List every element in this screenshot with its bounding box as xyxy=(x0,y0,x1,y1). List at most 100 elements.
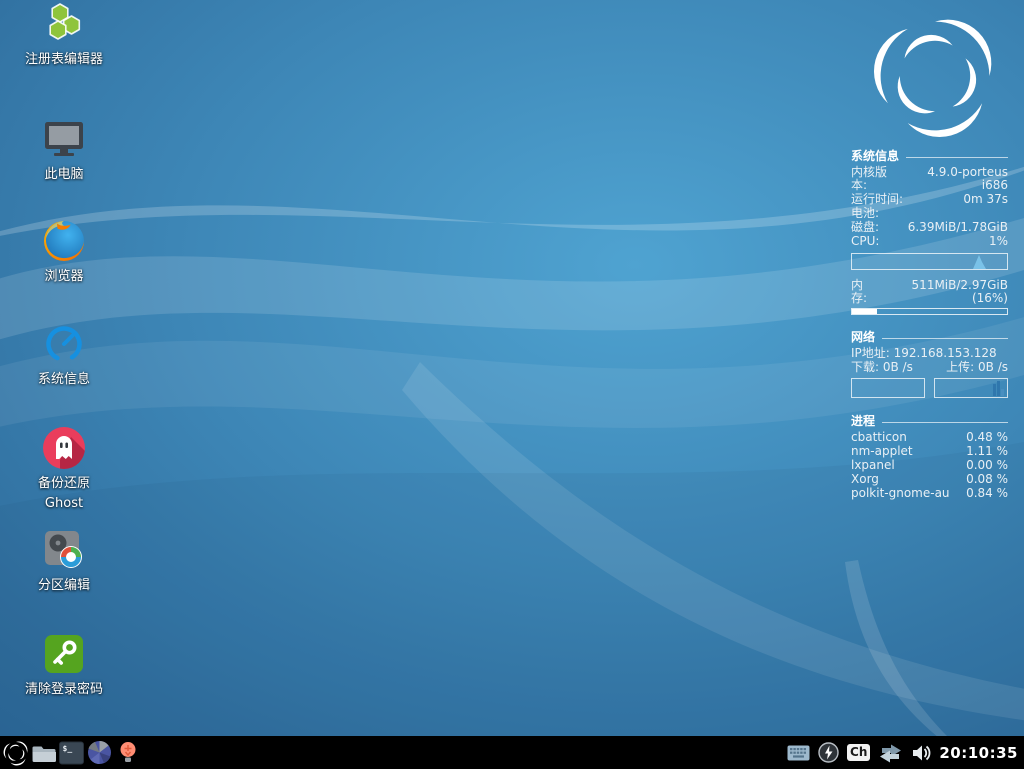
conky-row-ip: IP地址: 192.168.153.128 xyxy=(851,347,1008,360)
partition-editor-icon xyxy=(40,526,88,574)
desktop-icon-system-info[interactable]: 系统信息 xyxy=(8,320,120,388)
process-name: polkit-gnome-au xyxy=(851,487,950,500)
conky-row-uptime: 运行时间: 0m 37s xyxy=(851,193,1008,206)
download-rate: 下载: 0B /s xyxy=(851,361,913,374)
terminal-icon: $_ xyxy=(59,741,84,765)
lightbulb-icon xyxy=(117,740,139,765)
conky-process-title: 进程 xyxy=(851,415,875,428)
conky-system-header: 系统信息 xyxy=(851,150,1008,163)
keyboard-indicator[interactable] xyxy=(787,745,810,761)
network-graphs xyxy=(851,378,1008,398)
desktop-icon-label: 备份还原 xyxy=(8,475,120,492)
network-arrows-icon xyxy=(878,741,903,765)
conky-monitor: 系统信息 内核版本: 4.9.0-porteus i686 运行时间: 0m 3… xyxy=(851,150,1008,501)
screenshot-button[interactable] xyxy=(86,739,113,766)
file-manager-button[interactable] xyxy=(30,739,57,766)
process-row: polkit-gnome-au 0.84 % xyxy=(851,487,1008,500)
process-cpu: 0.48 % xyxy=(966,431,1008,444)
conky-process-header: 进程 xyxy=(851,415,1008,428)
desktop-icon-label: 分区编辑 xyxy=(8,577,120,594)
conky-row-kernel: 内核版本: 4.9.0-porteus i686 xyxy=(851,166,1008,192)
volume-icon xyxy=(911,743,931,763)
row-label: CPU: xyxy=(851,235,879,248)
row-label: 磁盘: xyxy=(851,221,879,234)
conky-system-title: 系统信息 xyxy=(851,150,899,163)
desktop-icon-this-pc[interactable]: 此电脑 xyxy=(8,115,120,183)
process-cpu: 1.11 % xyxy=(966,445,1008,458)
row-value: 511MiB/2.97GiB (16%) xyxy=(878,279,1008,305)
process-name: lxpanel xyxy=(851,459,895,472)
taskbar-clock[interactable]: 20:10:35 xyxy=(939,744,1018,762)
battery-indicator[interactable] xyxy=(818,742,839,763)
conky-row-battery: 电池: xyxy=(851,207,1008,220)
process-row: nm-applet 1.11 % xyxy=(851,445,1008,458)
memory-usage-fill xyxy=(852,309,877,314)
row-value: 1% xyxy=(989,235,1008,248)
porteus-menu-icon xyxy=(3,740,29,766)
process-cpu: 0.08 % xyxy=(966,473,1008,486)
process-name: nm-applet xyxy=(851,445,913,458)
desktop-icon-browser[interactable]: 浏览器 xyxy=(8,217,120,285)
process-row: lxpanel 0.00 % xyxy=(851,459,1008,472)
desktop-icon-registry-editor[interactable]: 注册表编辑器 xyxy=(8,0,120,68)
desktop-icon-label: 此电脑 xyxy=(8,166,120,183)
menu-button[interactable] xyxy=(2,739,29,766)
lightbulb-button[interactable] xyxy=(114,739,141,766)
memory-usage-bar xyxy=(851,308,1008,315)
terminal-button[interactable]: $_ xyxy=(58,739,85,766)
desktop-icon-label: 浏览器 xyxy=(8,268,120,285)
row-label: 电池: xyxy=(851,207,879,220)
row-label: 内存: xyxy=(851,279,878,305)
conky-network-title: 网络 xyxy=(851,331,875,344)
desktop-screen: 此电脑 浏览器 系统信息 xyxy=(0,0,1024,769)
row-value: 0m 37s xyxy=(963,193,1008,206)
firefox-icon xyxy=(40,217,88,265)
cpu-usage-graph xyxy=(851,253,1008,270)
process-cpu: 0.84 % xyxy=(966,487,1008,500)
conky-row-cpu: CPU: 1% xyxy=(851,235,1008,248)
header-rule xyxy=(906,157,1008,158)
process-name: Xorg xyxy=(851,473,879,486)
conky-row-memory: 内存: 511MiB/2.97GiB (16%) xyxy=(851,279,1008,305)
header-rule xyxy=(882,338,1008,339)
file-manager-icon xyxy=(31,740,57,766)
process-row: Xorg 0.08 % xyxy=(851,473,1008,486)
desktop-icon-label: 清除登录密码 xyxy=(8,681,120,698)
cpu-spike xyxy=(973,254,989,269)
process-cpu: 0.00 % xyxy=(966,459,1008,472)
language-indicator[interactable]: Ch xyxy=(847,744,870,761)
desktop-icon-ghost-backup[interactable]: 备份还原 Ghost xyxy=(8,424,120,512)
process-row: cbatticon 0.48 % xyxy=(851,431,1008,444)
conky-process-section: 进程 cbatticon 0.48 % nm-applet 1.11 % lxp… xyxy=(851,415,1008,500)
registry-editor-icon xyxy=(40,0,88,48)
row-value: 6.39MiB/1.78GiB xyxy=(908,221,1008,234)
svg-text:$_: $_ xyxy=(63,744,73,753)
desktop-icon-label: 系统信息 xyxy=(8,371,120,388)
desktop-icon-label: 注册表编辑器 xyxy=(8,51,120,68)
conky-row-disk: 磁盘: 6.39MiB/1.78GiB xyxy=(851,221,1008,234)
desktop-icon-clear-password[interactable]: 清除登录密码 xyxy=(8,630,120,698)
system-monitor-gauge-icon xyxy=(40,320,88,368)
battery-bolt-icon xyxy=(818,742,839,763)
taskbar: $_ xyxy=(0,736,1024,769)
process-name: cbatticon xyxy=(851,431,907,444)
system-tray: Ch 20:10:35 xyxy=(787,741,1018,765)
porteus-logo xyxy=(864,12,1006,140)
volume-indicator[interactable] xyxy=(911,743,931,763)
upload-rate: 上传: 0B /s xyxy=(946,361,1008,374)
row-label: 运行时间: xyxy=(851,193,903,206)
desktop-icon-sublabel: Ghost xyxy=(8,495,120,512)
upload-graph xyxy=(934,378,1008,398)
row-label: 内核版本: xyxy=(851,166,901,192)
conky-network-header: 网络 xyxy=(851,331,1008,344)
ghost-backup-icon xyxy=(40,424,88,472)
computer-icon xyxy=(40,115,88,163)
conky-row-updown: 下载: 0B /s 上传: 0B /s xyxy=(851,361,1008,374)
screenshot-shutter-icon xyxy=(87,740,112,765)
keyboard-icon xyxy=(787,745,810,761)
network-indicator[interactable] xyxy=(878,741,903,765)
header-rule xyxy=(882,422,1008,423)
clear-password-key-icon xyxy=(40,630,88,678)
download-graph xyxy=(851,378,925,398)
desktop-icon-partition-editor[interactable]: 分区编辑 xyxy=(8,526,120,594)
